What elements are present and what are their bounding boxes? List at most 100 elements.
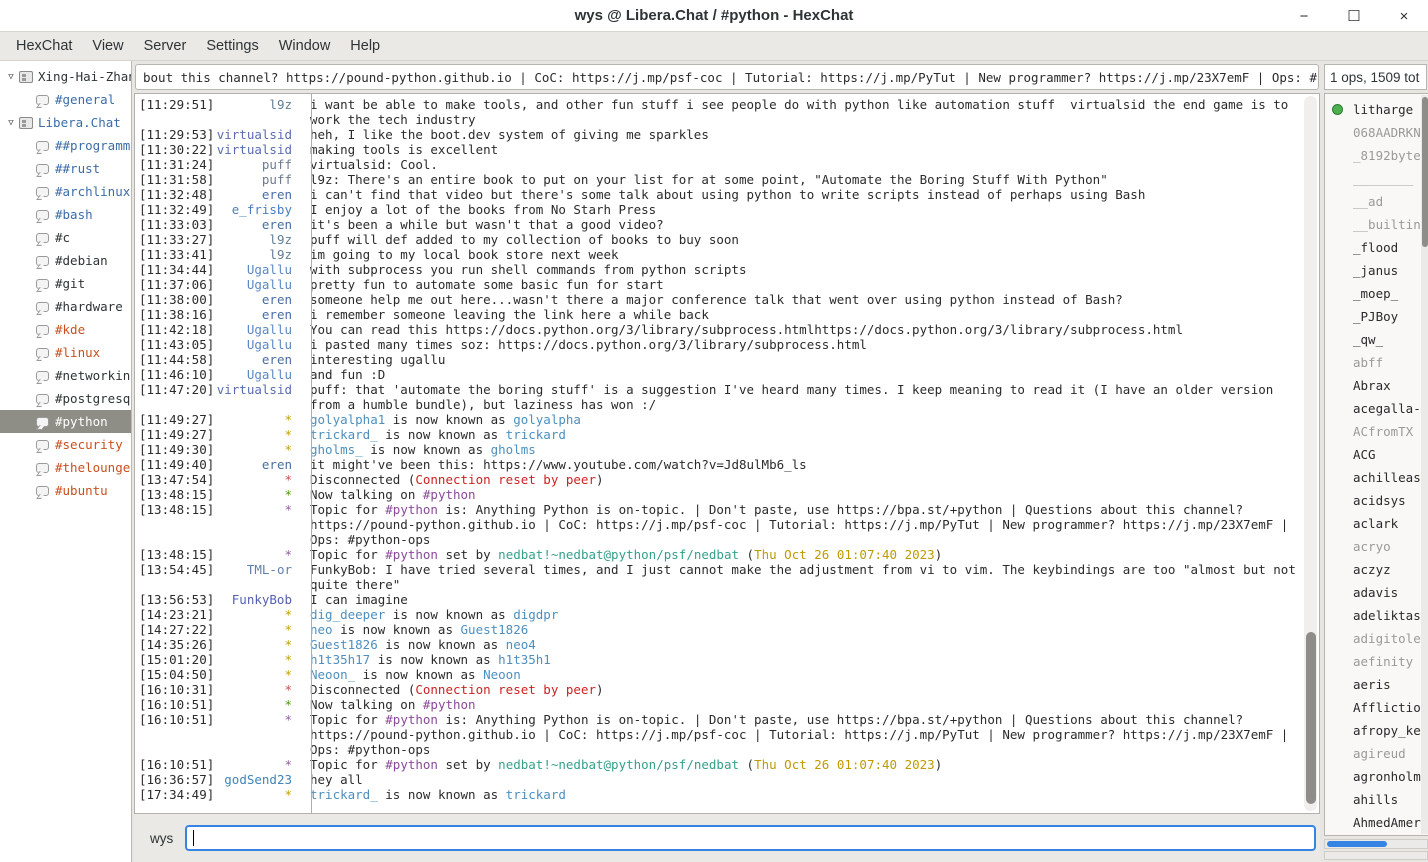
- channel-row-python[interactable]: #python: [0, 410, 131, 433]
- maximize-icon[interactable]: ☐: [1344, 7, 1364, 25]
- menu-view[interactable]: View: [82, 38, 133, 54]
- channel-row-security[interactable]: #security: [0, 433, 131, 456]
- user-row[interactable]: __builtin: [1325, 213, 1428, 236]
- chat-scrollbar-thumb[interactable]: [1306, 632, 1316, 804]
- user-row[interactable]: agronholm: [1325, 765, 1428, 788]
- timestamp: [16:10:31]: [135, 682, 211, 697]
- message-text: trickard_: [310, 427, 378, 442]
- chat-scrollbar[interactable]: [1304, 96, 1317, 811]
- timestamp: [11:32:48]: [135, 187, 211, 202]
- channel-row-linux[interactable]: #linux: [0, 341, 131, 364]
- message-text: h1t35h1: [498, 652, 551, 667]
- window-title: wys @ Libera.Chat / #python - HexChat: [0, 7, 1428, 24]
- menu-help[interactable]: Help: [340, 38, 390, 54]
- channel-row-postgresql[interactable]: #postgresql: [0, 387, 131, 410]
- user-row[interactable]: acidsys: [1325, 489, 1428, 512]
- message-body: hey all: [300, 772, 1319, 787]
- message-nick: *: [211, 637, 300, 652]
- tree-label: Libera.Chat: [38, 115, 121, 130]
- message-text: Connection reset by peer: [415, 472, 596, 487]
- timestamp: [11:44:58]: [135, 352, 211, 367]
- user-row[interactable]: afropy_ke: [1325, 719, 1428, 742]
- user-row[interactable]: _8192byte: [1325, 144, 1428, 167]
- minimize-icon[interactable]: −: [1294, 8, 1314, 25]
- user-row[interactable]: aczyz: [1325, 558, 1428, 581]
- message-nick: *: [211, 442, 300, 457]
- topic-bar[interactable]: bout this channel? https://pound-python.…: [135, 64, 1319, 90]
- user-row[interactable]: _janus: [1325, 259, 1428, 282]
- user-row[interactable]: aeris: [1325, 673, 1428, 696]
- message-row: [15:04:50]*Neoon_ is now known as Neoon: [135, 667, 1319, 682]
- message-text: virtualsid: Cool.: [310, 157, 438, 172]
- channel-row-rust[interactable]: ##rust: [0, 157, 131, 180]
- channel-row-hardware[interactable]: #hardware: [0, 295, 131, 318]
- user-row[interactable]: agireud: [1325, 742, 1428, 765]
- message-text: Connection reset by peer: [415, 682, 596, 697]
- server-row[interactable]: ▽Xing-Hai-Zhan: [0, 65, 131, 88]
- user-row[interactable]: adavis: [1325, 581, 1428, 604]
- user-row[interactable]: ACG: [1325, 443, 1428, 466]
- userlist-hscrollbar-thumb[interactable]: [1327, 841, 1387, 847]
- user-row[interactable]: AhmedAmer: [1325, 811, 1428, 834]
- message-link[interactable]: https://www.youtube.com/watch?v=Jd8ulMb6…: [483, 457, 807, 472]
- channel-row-ubuntu[interactable]: #ubuntu: [0, 479, 131, 502]
- message-body: Topic for #python set by nedbat!~nedbat@…: [300, 547, 1319, 562]
- menu-hexchat[interactable]: HexChat: [6, 38, 82, 54]
- message-link[interactable]: https://docs.python.org/3/library/subpro…: [498, 337, 867, 352]
- channel-row-c[interactable]: #c: [0, 226, 131, 249]
- menu-server[interactable]: Server: [134, 38, 197, 54]
- user-row[interactable]: achilleas: [1325, 466, 1428, 489]
- user-row[interactable]: adigitole: [1325, 627, 1428, 650]
- user-row[interactable]: abff: [1325, 351, 1428, 374]
- channel-row-kde[interactable]: #kde: [0, 318, 131, 341]
- message-input[interactable]: [185, 825, 1316, 851]
- close-icon[interactable]: ×: [1394, 8, 1414, 25]
- userlist-hscrollbar[interactable]: [1324, 839, 1428, 849]
- server-row[interactable]: ▽ Libera.Chat: [0, 111, 131, 134]
- channel-row-git[interactable]: #git: [0, 272, 131, 295]
- menu-window[interactable]: Window: [269, 38, 341, 54]
- message-row: [11:46:10]Ugalluand fun :D: [135, 367, 1319, 382]
- user-nick: abff: [1353, 355, 1383, 370]
- expander-icon[interactable]: ▽: [3, 118, 19, 128]
- message-nick: Ugallu: [211, 337, 300, 352]
- timestamp: [15:01:20]: [135, 652, 211, 667]
- channel-row-thelounge[interactable]: #thelounge: [0, 456, 131, 479]
- bottom-scrollbar-track[interactable]: [1324, 851, 1428, 860]
- message-nick: puff: [211, 157, 300, 172]
- user-row[interactable]: ACfromTX: [1325, 420, 1428, 443]
- channel-row-general[interactable]: #general: [0, 88, 131, 111]
- channel-row-debian[interactable]: #debian: [0, 249, 131, 272]
- expander-icon[interactable]: ▽: [3, 72, 19, 82]
- user-row[interactable]: acegalla-: [1325, 397, 1428, 420]
- channel-row-archlinux[interactable]: #archlinux: [0, 180, 131, 203]
- user-row[interactable]: litharge: [1325, 98, 1428, 121]
- message-row: [11:31:24]puffvirtualsid: Cool.: [135, 157, 1319, 172]
- message-nick: godSend23: [211, 772, 300, 787]
- channel-row-bash[interactable]: #bash: [0, 203, 131, 226]
- user-nick: __builtin: [1353, 217, 1421, 232]
- menu-settings[interactable]: Settings: [196, 38, 268, 54]
- message-link[interactable]: https://docs.python.org/3/library/subpro…: [445, 322, 1183, 337]
- user-row[interactable]: adeliktas: [1325, 604, 1428, 627]
- user-row[interactable]: __ad: [1325, 190, 1428, 213]
- user-row[interactable]: Afflictio: [1325, 696, 1428, 719]
- user-row[interactable]: aclark: [1325, 512, 1428, 535]
- user-row[interactable]: _qw_: [1325, 328, 1428, 351]
- userlist-scrollbar[interactable]: [1421, 95, 1428, 834]
- message-text: Disconnected (: [310, 472, 415, 487]
- user-row[interactable]: aefinity: [1325, 650, 1428, 673]
- userlist-scrollbar-thumb[interactable]: [1422, 97, 1428, 247]
- user-row[interactable]: 068AADRKN: [1325, 121, 1428, 144]
- channel-row-programmi[interactable]: ##programmi: [0, 134, 131, 157]
- message-text: trickard: [506, 787, 566, 802]
- user-row[interactable]: acryo: [1325, 535, 1428, 558]
- user-row[interactable]: _flood: [1325, 236, 1428, 259]
- user-row[interactable]: ahills: [1325, 788, 1428, 811]
- channel-row-networking[interactable]: #networking: [0, 364, 131, 387]
- user-row[interactable]: _moep_: [1325, 282, 1428, 305]
- user-row[interactable]: Abrax: [1325, 374, 1428, 397]
- timestamp: [16:10:51]: [135, 697, 211, 712]
- user-row[interactable]: _PJBoy: [1325, 305, 1428, 328]
- user-row[interactable]: ________: [1325, 167, 1428, 190]
